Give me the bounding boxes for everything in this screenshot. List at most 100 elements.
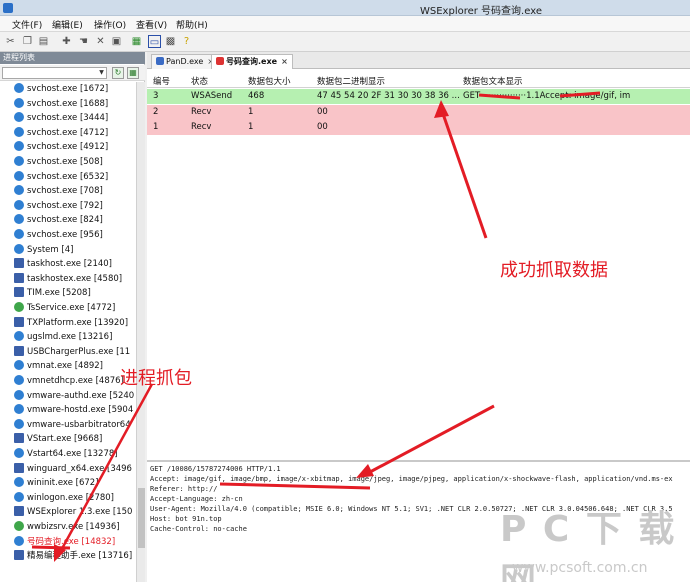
process-panel: 进程列表 ▼ ↻ ▦ svchost.exe [1672] svchost.ex… [0, 52, 145, 582]
menu-help[interactable]: 帮助(H) [176, 18, 208, 31]
process-list: svchost.exe [1672] svchost.exe [1688] sv… [0, 82, 136, 582]
process-icon [14, 199, 24, 210]
menu-file[interactable]: 文件(F) [12, 18, 42, 31]
list-item[interactable]: WSExplorer 1.3.exe [150 [14, 505, 136, 519]
list-item[interactable]: vmnetdhcp.exe [4876] [14, 374, 136, 388]
process-icon [14, 331, 24, 342]
list-item[interactable]: System [4] [14, 243, 136, 257]
list-item[interactable]: TIM.exe [5208] [14, 286, 136, 300]
tab-number-query[interactable]: 号码查询.exe × [211, 54, 293, 69]
detail-line: Accept-Language: zh-cn [150, 495, 243, 503]
scrollbar-thumb[interactable] [138, 488, 145, 548]
start-capture-icon[interactable]: ✚ [60, 35, 73, 48]
column-header[interactable]: 数据包二进制显示 [317, 75, 385, 87]
process-icon [14, 491, 24, 502]
list-item[interactable]: svchost.exe [508] [14, 155, 136, 169]
list-item[interactable]: TsService.exe [4772] [14, 301, 136, 315]
list-item[interactable]: Vstart64.exe [13278] [14, 447, 136, 461]
menu-view[interactable]: 查看(V) [136, 18, 167, 31]
list-item[interactable]: svchost.exe [4912] [14, 140, 136, 154]
list-item[interactable]: svchost.exe [4712] [14, 126, 136, 140]
process-icon [14, 404, 24, 415]
settings-icon[interactable]: ▩ [164, 35, 177, 48]
detail-line: Host: bot 91n.top [150, 515, 222, 523]
tab-process-icon [156, 57, 164, 65]
process-icon [14, 521, 24, 531]
list-item[interactable]: vmnat.exe [4892] [14, 359, 136, 373]
column-header[interactable]: 编号 [153, 75, 170, 87]
help-icon[interactable]: ? [180, 35, 193, 48]
list-item[interactable]: svchost.exe [1688] [14, 97, 136, 111]
filter-row: ▼ ↻ ▦ [0, 65, 145, 81]
list-item[interactable]: TXPlatform.exe [13920] [14, 316, 136, 330]
paste-icon[interactable]: ▤ [37, 35, 50, 48]
list-item[interactable]: wwbizsrv.exe [14936] [14, 520, 136, 534]
process-icon [14, 535, 24, 546]
list-item[interactable]: VStart.exe [9668] [14, 432, 136, 446]
list-item[interactable]: vmware-usbarbitrator64 [14, 418, 136, 432]
column-header[interactable]: 状态 [191, 75, 208, 87]
list-item[interactable]: winguard_x64.exe [3496 [14, 462, 136, 476]
process-icon [14, 97, 24, 108]
process-icon [14, 433, 24, 444]
process-icon [14, 258, 24, 269]
network-icon[interactable]: ▦ [130, 35, 143, 48]
list-item[interactable]: svchost.exe [792] [14, 199, 136, 213]
window-title: WSExplorer 号码查询.exe [420, 6, 542, 17]
process-icon [14, 418, 24, 429]
table-row[interactable]: 1 Recv 1 00 [147, 120, 690, 135]
list-item[interactable]: svchost.exe [6532] [14, 170, 136, 184]
list-item[interactable]: 精易编程助手.exe [13716] [14, 549, 136, 563]
list-item[interactable]: svchost.exe [708] [14, 184, 136, 198]
list-item[interactable]: svchost.exe [956] [14, 228, 136, 242]
process-icon [14, 272, 24, 283]
refresh-icon[interactable]: ↻ [112, 67, 124, 79]
process-filter-input[interactable]: ▼ [2, 67, 107, 79]
list-item[interactable]: winlogon.exe [2780] [14, 491, 136, 505]
list-item[interactable]: USBChargerPlus.exe [11 [14, 345, 136, 359]
close-icon[interactable]: × [281, 57, 288, 66]
list-item[interactable]: vmware-authd.exe [5240 [14, 389, 136, 403]
list-item[interactable]: svchost.exe [3444] [14, 111, 136, 125]
list-item[interactable]: taskhostex.exe [4580] [14, 272, 136, 286]
tab-pand[interactable]: PanD.exe× [151, 54, 220, 69]
grid-icon[interactable]: ▦ [127, 67, 139, 79]
list-item[interactable]: wininit.exe [672] [14, 476, 136, 490]
process-panel-header: 进程列表 [0, 52, 145, 64]
save-icon[interactable]: ▣ [110, 35, 123, 48]
watermark-url: www.pcsoft.com.cn [512, 560, 648, 576]
list-item[interactable]: svchost.exe [824] [14, 213, 136, 227]
toolbar: ✂ ❐ ▤ ✚ ☚ ✕ ▣ ▦ ▭ ▩ ? [0, 32, 690, 52]
process-icon [14, 462, 24, 473]
detail-line: GET /10086/15787274006 HTTP/1.1 [150, 465, 281, 473]
process-icon [14, 389, 24, 400]
process-icon [14, 141, 24, 152]
process-icon [14, 448, 24, 458]
table-row[interactable]: 2 Recv 1 00 [147, 105, 690, 120]
menu-operation[interactable]: 操作(O) [94, 18, 126, 31]
list-item[interactable]: taskhost.exe [2140] [14, 257, 136, 271]
list-item[interactable]: ugslmd.exe [13216] [14, 330, 136, 344]
window-icon[interactable]: ▭ [148, 35, 161, 48]
delete-icon[interactable]: ✕ [94, 35, 107, 48]
cut-icon[interactable]: ✂ [4, 35, 17, 48]
process-icon [14, 156, 24, 166]
column-header[interactable]: 数据包文本显示 [463, 75, 523, 87]
process-icon [14, 550, 24, 561]
list-item[interactable]: 号码查询.exe [14832] [14, 535, 136, 549]
column-header[interactable]: 数据包大小 [248, 75, 291, 87]
hand-icon[interactable]: ☚ [77, 35, 90, 48]
success-annotation: 成功抓取数据 [500, 260, 608, 281]
process-icon [14, 243, 24, 254]
chevron-down-icon[interactable]: ▼ [97, 68, 106, 78]
table-row[interactable]: 3 WSASend 468 47 45 54 20 2F 31 30 30 38… [147, 89, 690, 104]
copy-icon[interactable]: ❐ [21, 35, 34, 48]
process-icon [14, 170, 24, 181]
menu-edit[interactable]: 编辑(E) [52, 18, 83, 31]
process-list-scrollbar[interactable] [136, 82, 145, 582]
app-icon [3, 3, 13, 13]
list-item[interactable]: vmware-hostd.exe [5904 [14, 403, 136, 417]
process-capture-annotation: 进程抓包 [120, 368, 192, 389]
process-icon [14, 302, 24, 312]
list-item[interactable]: svchost.exe [1672] [14, 82, 136, 96]
